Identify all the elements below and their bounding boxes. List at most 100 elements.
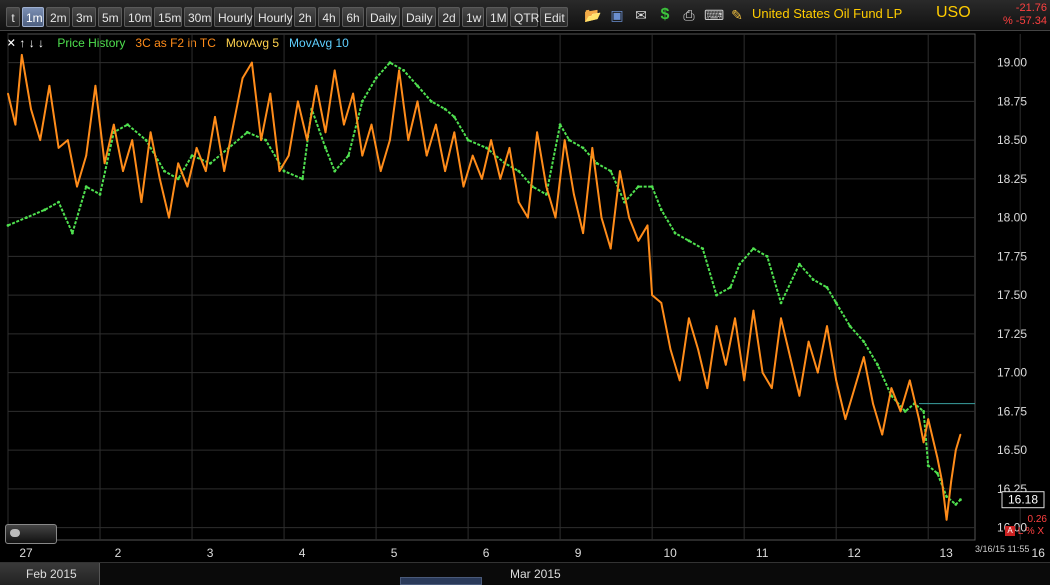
email-icon[interactable]: ✉ [632,6,650,24]
price-chart[interactable]: 19.00 18.75 18.50 18.25 18.00 17.75 17.50 17.25… [0,30,1050,562]
price-point [798,262,801,266]
interval-button-9[interactable]: Hourly [254,7,293,27]
price-point [374,76,378,80]
x-tick-label: 2 [115,546,122,560]
price-point [443,107,447,111]
interval-button-18[interactable]: QTR [510,7,539,27]
symbol-ticker[interactable]: USO [936,4,971,22]
price-point [673,231,677,235]
price-point [687,239,691,243]
x-tick-label: 10 [663,546,677,560]
indicator-point [945,518,948,521]
interval-button-3[interactable]: 3m [72,7,96,27]
interval-button-4[interactable]: 5m [98,7,122,27]
price-point [954,503,958,506]
indicator-point [168,216,170,219]
price-point [71,231,74,235]
zoom-slider[interactable] [5,524,57,544]
interval-button-6[interactable]: 15m [154,7,182,27]
price-point [945,495,948,498]
indicator-point [14,123,17,126]
indicator-point [269,92,272,95]
interval-button-0[interactable]: t [6,7,20,27]
indicator-point [131,139,134,141]
price-point [466,138,470,142]
indicator-point [481,178,483,180]
y-tick-label: 18.25 [997,172,1027,186]
interval-button-16[interactable]: 1w [462,7,484,27]
x-tick-label: 6 [483,546,490,560]
y-tick-label: 18.50 [997,133,1027,147]
y-tick-label: 17.00 [997,366,1027,380]
price-point [779,301,783,305]
interval-button-11[interactable]: 4h [318,7,340,27]
interval-button-15[interactable]: 2d [438,7,460,27]
interval-button-12[interactable]: 6h [342,7,364,27]
interval-button-1[interactable]: 1m [22,7,44,27]
price-point [738,262,741,266]
indicator-point [734,317,736,320]
indicator-point [573,193,575,196]
dollar-icon[interactable]: $ [656,6,674,24]
price-point [176,177,180,181]
side-controls-text[interactable]: L % X [1018,526,1044,537]
keyboard-icon[interactable]: ⌨ [704,6,724,24]
indicator-point [619,170,621,173]
indicator-point [306,139,308,141]
indicator-point [724,363,727,366]
indicator-point [798,394,801,397]
y-tick-label: 18.00 [997,211,1027,225]
price-point [360,100,364,103]
interval-button-5[interactable]: 10m [124,7,152,27]
indicator-point [444,170,446,173]
indicator-point [361,154,364,157]
indicator-point [232,123,235,126]
price-point [6,224,10,227]
price-point [862,340,866,343]
series-price-history [7,61,962,506]
toolbar: t 1m 2m 3m 5m 10m 15m 30m Hourly Hourly 2h 4h 6h Dail… [0,0,1050,31]
indicator-point [490,139,492,141]
price-point [98,193,102,196]
indicator-point [324,131,327,134]
bottom-scroll-bar[interactable]: Feb 2015 Mar 2015 [0,562,1050,585]
indicator-point [646,224,649,227]
price-point [429,100,433,103]
indicator-point [278,170,281,173]
price-point [848,324,852,328]
price-point [25,216,28,220]
open-folder-icon[interactable]: 📂 [584,6,602,24]
side-controls[interactable]: A L % X [1005,526,1044,537]
zoom-slider-knob-icon[interactable] [10,529,20,537]
indicator-point [223,170,226,173]
price-point [452,115,456,119]
interval-button-14[interactable]: Daily [402,7,436,27]
save-icon[interactable]: ▣ [608,6,626,24]
indicator-point [517,201,520,204]
indicator-point [688,317,690,320]
interval-button-7[interactable]: 30m [184,7,212,27]
indicator-point [582,232,584,235]
alert-icon[interactable]: A [1005,526,1015,537]
indicator-point [936,457,939,459]
indicator-point [697,348,699,351]
interval-button-19[interactable]: Edit [540,7,568,27]
interval-button-13[interactable]: Daily [366,7,400,27]
indicator-point [30,108,32,110]
print-icon[interactable]: ⎙ [680,6,698,24]
price-point [609,169,613,173]
interval-button-2[interactable]: 2m [46,7,70,27]
interval-button-10[interactable]: 2h [294,7,316,27]
y-tick-label: 19.00 [997,56,1027,70]
indicator-point [499,178,502,180]
indicator-point [954,449,957,451]
pencil-icon[interactable]: ✎ [728,6,746,24]
indicator-point [959,433,962,436]
indicator-point [826,325,828,327]
interval-button-8[interactable]: Hourly [214,7,253,27]
price-point [245,130,249,134]
interval-button-17[interactable]: 1M [486,7,508,27]
indicator-point [743,379,746,382]
indicator-point [835,379,838,382]
indicator-point [651,294,653,296]
